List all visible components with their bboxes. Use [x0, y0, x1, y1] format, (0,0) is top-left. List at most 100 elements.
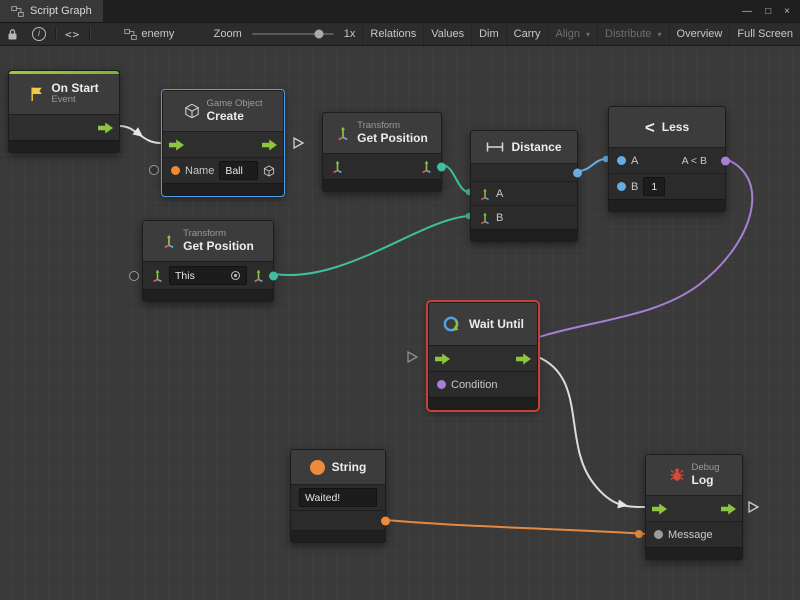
- align-dropdown[interactable]: Align▾: [548, 23, 597, 45]
- code-icon: <>: [65, 28, 80, 41]
- minimize-button[interactable]: —: [742, 6, 752, 17]
- unconnected-port[interactable]: [129, 271, 139, 281]
- node-wait-until[interactable]: Wait Until Condition: [428, 302, 538, 410]
- wire-flow-wait-to-log[interactable]: [538, 357, 645, 507]
- node-footer: [429, 397, 537, 409]
- toolbar-right-group: Relations Values Dim Carry Align▾ Distri…: [362, 23, 800, 45]
- graph-canvas[interactable]: On Start Event Game Object Create: [0, 46, 800, 600]
- ports-row: [429, 345, 537, 371]
- flow-out-port[interactable]: [516, 353, 531, 364]
- object-picker-icon[interactable]: [263, 165, 275, 177]
- tab-script-graph[interactable]: Script Graph: [0, 0, 103, 22]
- node-debug-log[interactable]: Debug Log Message: [645, 454, 743, 560]
- game-object-cube-icon: [184, 103, 200, 119]
- info-button[interactable]: i: [25, 23, 53, 45]
- name-row: Name Ball: [163, 157, 283, 183]
- node-get-position-a[interactable]: Transform Get Position: [322, 112, 442, 192]
- vector3-input-icon[interactable]: [479, 188, 491, 200]
- window-controls: — □ ×: [742, 6, 800, 17]
- node-header: Debug Log: [646, 455, 742, 495]
- graph-toolbar: i <> enemy Zoom 1x Relations Values Dim …: [0, 22, 800, 46]
- target-field[interactable]: This: [169, 266, 247, 285]
- node-distance[interactable]: Distance A B: [470, 130, 578, 242]
- transform-input-icon[interactable]: [151, 269, 164, 282]
- distribute-dropdown[interactable]: Distribute▾: [597, 23, 668, 45]
- b-value-field[interactable]: 1: [643, 177, 665, 196]
- zoom-slider[interactable]: [252, 33, 334, 35]
- node-string[interactable]: String Waited!: [290, 449, 386, 543]
- lock-button[interactable]: [0, 23, 25, 45]
- node-title: On Start: [51, 82, 98, 96]
- condition-port[interactable]: [437, 380, 446, 389]
- overview-button[interactable]: Overview: [669, 23, 730, 45]
- distance-out-port[interactable]: [573, 168, 582, 177]
- zoom-slider-handle[interactable]: [315, 30, 324, 39]
- vector3-input-icon[interactable]: [479, 212, 491, 224]
- graph-asset-icon: [124, 29, 137, 40]
- node-footer: [143, 289, 273, 301]
- flow-out-port[interactable]: [721, 503, 736, 514]
- node-on-start[interactable]: On Start Event: [8, 70, 120, 153]
- flow-in-port[interactable]: [435, 353, 450, 364]
- input-b-row: B 1: [609, 173, 725, 199]
- debug-bug-icon: [669, 467, 685, 483]
- node-header: Transform Get Position: [323, 113, 441, 153]
- b-port[interactable]: [617, 182, 626, 191]
- script-graph-icon: [11, 6, 24, 17]
- node-get-position-b[interactable]: Transform Get Position This: [142, 220, 274, 302]
- port-label: Condition: [451, 379, 497, 391]
- string-out-port[interactable]: [381, 516, 390, 525]
- flow-in-port[interactable]: [169, 139, 184, 150]
- dim-button[interactable]: Dim: [471, 23, 506, 45]
- ghost-flow-triangle: [408, 352, 417, 362]
- flow-out-port[interactable]: [98, 122, 113, 133]
- relations-button[interactable]: Relations: [362, 23, 423, 45]
- transform-axes-icon: [162, 234, 176, 248]
- wire-flow-onstart-to-create[interactable]: [120, 126, 160, 143]
- wire-string-to-message[interactable]: [386, 520, 646, 534]
- node-footer: [471, 229, 577, 241]
- wait-clock-icon: [442, 314, 462, 334]
- position-out-port[interactable]: [437, 162, 446, 171]
- ghost-flow-triangle: [749, 502, 758, 512]
- port-label: A: [496, 188, 503, 200]
- node-title: String: [332, 460, 367, 474]
- target-picker-icon[interactable]: [230, 270, 241, 281]
- transform-input-icon[interactable]: [331, 160, 344, 173]
- vector3-output-icon[interactable]: [420, 160, 433, 173]
- flow-arrowhead: [133, 127, 146, 140]
- name-field[interactable]: Ball: [219, 161, 258, 180]
- result-out-port[interactable]: [721, 156, 730, 165]
- message-port[interactable]: [654, 530, 663, 539]
- string-value-field[interactable]: Waited!: [299, 488, 377, 507]
- node-category: Debug: [692, 463, 720, 474]
- close-button[interactable]: ×: [784, 6, 790, 17]
- wire-distance-to-less-a[interactable]: [578, 159, 606, 171]
- result-label: A < B: [682, 155, 707, 167]
- flow-in-port[interactable]: [652, 503, 667, 514]
- wire-position-a-to-distance-a[interactable]: [442, 165, 469, 192]
- graph-target-name: enemy: [141, 28, 174, 40]
- output-row: [291, 510, 385, 530]
- node-create[interactable]: Game Object Create Name Ball: [162, 90, 284, 196]
- carry-button[interactable]: Carry: [506, 23, 548, 45]
- port-label: Message: [668, 529, 713, 541]
- node-footer: [163, 183, 283, 195]
- maximize-button[interactable]: □: [765, 6, 771, 17]
- value-ports-row: This: [143, 261, 273, 289]
- port-label: B: [496, 212, 503, 224]
- name-port[interactable]: [171, 166, 180, 175]
- flow-out-port[interactable]: [262, 139, 277, 150]
- a-port[interactable]: [617, 156, 626, 165]
- position-out-port[interactable]: [269, 271, 278, 280]
- inspect-code-button[interactable]: <>: [58, 23, 87, 45]
- node-title: Create: [207, 110, 263, 124]
- fullscreen-button[interactable]: Full Screen: [729, 23, 800, 45]
- graph-target-breadcrumb[interactable]: enemy: [117, 23, 181, 45]
- vector3-output-icon[interactable]: [252, 269, 265, 282]
- port-label: Name: [185, 165, 214, 177]
- wire-position-b-to-distance-b[interactable]: [274, 216, 469, 275]
- unconnected-port[interactable]: [149, 165, 159, 175]
- values-button[interactable]: Values: [423, 23, 471, 45]
- node-less[interactable]: < Less A A < B B 1: [608, 106, 726, 212]
